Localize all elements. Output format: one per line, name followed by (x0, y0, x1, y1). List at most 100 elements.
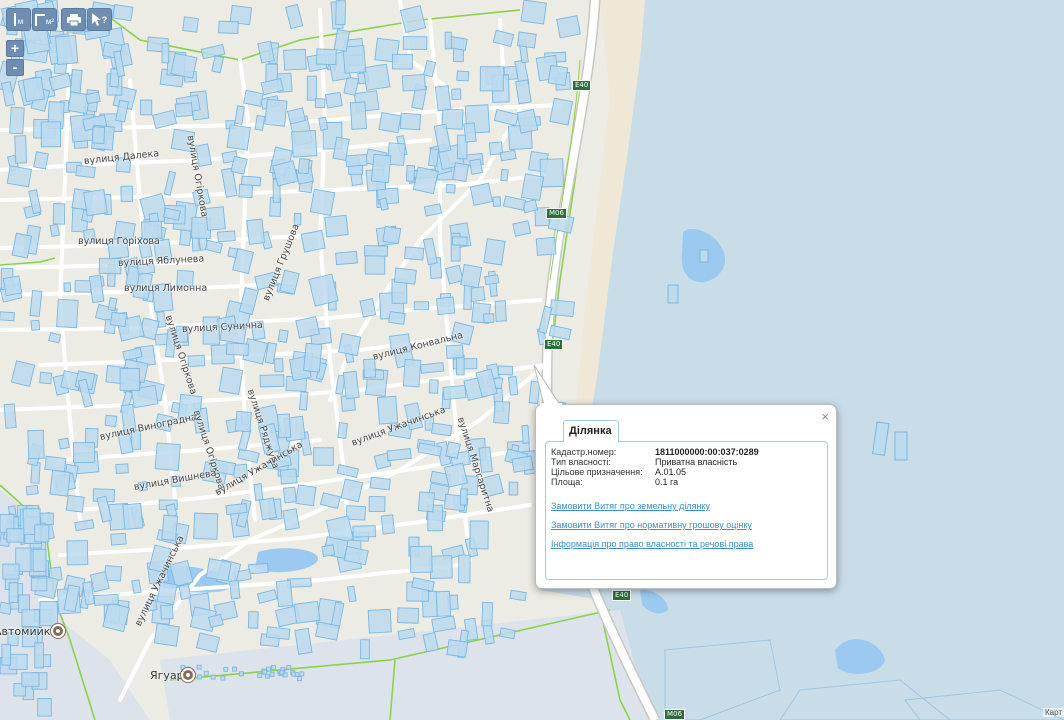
land-parcel[interactable] (234, 410, 252, 433)
land-parcel[interactable] (218, 20, 239, 34)
land-parcel[interactable] (1, 643, 11, 666)
car-wash-icon[interactable] (51, 624, 65, 638)
land-parcel[interactable] (44, 455, 67, 472)
land-parcel[interactable] (493, 400, 511, 425)
land-parcel[interactable] (313, 447, 334, 466)
land-parcel[interactable] (456, 70, 470, 82)
land-parcel[interactable] (291, 671, 297, 677)
land-parcel[interactable] (335, 250, 358, 266)
land-parcel[interactable] (14, 135, 27, 164)
land-parcel[interactable] (306, 75, 317, 101)
land-parcel[interactable] (469, 182, 493, 206)
land-parcel[interactable] (549, 97, 574, 126)
land-parcel[interactable] (187, 354, 206, 368)
land-parcel[interactable] (376, 395, 399, 425)
land-parcel[interactable] (508, 376, 519, 396)
land-parcel[interactable] (253, 483, 264, 501)
land-parcel[interactable] (8, 582, 19, 603)
land-parcel[interactable] (393, 267, 417, 285)
land-parcel[interactable] (258, 497, 278, 521)
land-parcel[interactable] (279, 468, 298, 485)
land-parcel[interactable] (368, 496, 386, 513)
land-parcel[interactable] (444, 31, 452, 50)
land-parcel[interactable] (91, 126, 106, 144)
land-parcel[interactable] (391, 53, 413, 70)
land-parcel[interactable] (451, 236, 468, 246)
land-parcel[interactable] (272, 160, 299, 187)
ownership-rights-info-link[interactable]: Інформація про право власності та речові… (551, 539, 822, 549)
land-parcel[interactable] (182, 16, 199, 33)
order-parcel-extract-link[interactable]: Замовити Витяг про земельну ділянку (551, 501, 822, 511)
land-parcel[interactable] (30, 577, 48, 592)
land-parcel[interactable] (445, 184, 456, 194)
land-parcel[interactable] (520, 0, 547, 25)
land-parcel[interactable] (297, 676, 302, 682)
land-parcel[interactable] (445, 344, 464, 359)
land-parcel[interactable] (345, 505, 366, 521)
land-parcel[interactable] (0, 311, 15, 322)
land-parcel[interactable] (429, 555, 453, 579)
land-parcel[interactable] (497, 365, 514, 376)
print-button[interactable] (61, 8, 86, 31)
land-parcel[interactable] (74, 280, 92, 293)
land-parcel[interactable] (21, 672, 40, 687)
land-parcel[interactable] (66, 540, 89, 566)
land-parcel[interactable] (220, 675, 226, 681)
land-parcel[interactable] (2, 563, 20, 580)
land-parcel[interactable] (460, 263, 483, 289)
measure-area-button[interactable]: м² (32, 8, 57, 31)
land-parcel[interactable] (516, 108, 539, 134)
land-parcel[interactable] (362, 63, 391, 91)
land-parcel[interactable] (436, 296, 456, 316)
land-parcel[interactable] (238, 671, 244, 677)
info-tool-button[interactable]: ? (87, 8, 112, 31)
land-parcel[interactable] (468, 158, 483, 175)
land-parcel[interactable] (279, 669, 285, 675)
land-parcel[interactable] (193, 512, 219, 540)
land-parcel[interactable] (556, 15, 581, 39)
land-parcel[interactable] (226, 124, 251, 151)
land-parcel[interactable] (321, 544, 336, 557)
land-parcel[interactable] (131, 579, 142, 594)
land-parcel[interactable] (264, 98, 288, 127)
land-parcel[interactable] (246, 218, 266, 245)
land-parcel[interactable] (405, 164, 416, 182)
land-parcel[interactable] (6, 528, 25, 543)
land-parcel[interactable] (49, 469, 71, 497)
land-parcel[interactable] (21, 609, 40, 627)
land-parcel[interactable] (512, 220, 532, 237)
land-parcel[interactable] (316, 48, 337, 66)
zoom-out-button[interactable]: - (6, 59, 24, 76)
land-parcel[interactable] (445, 441, 461, 459)
land-parcel[interactable] (37, 698, 52, 717)
land-parcel[interactable] (58, 437, 70, 450)
land-parcel[interactable] (112, 3, 134, 22)
land-parcel[interactable] (451, 88, 462, 100)
land-parcel[interactable] (264, 673, 270, 679)
land-parcel[interactable] (238, 183, 254, 199)
land-parcel[interactable] (483, 238, 506, 266)
land-parcel[interactable] (282, 508, 300, 531)
land-parcel[interactable] (247, 611, 259, 629)
land-parcel[interactable] (52, 203, 66, 225)
map-canvas[interactable]: вулиця Далека вулиця Горіхова вулиця Ябл… (0, 0, 1064, 720)
land-parcel[interactable] (40, 121, 62, 148)
land-parcel[interactable] (269, 671, 275, 677)
land-parcel[interactable] (402, 358, 422, 388)
land-parcel[interactable] (324, 91, 343, 109)
land-parcel[interactable] (55, 34, 79, 65)
land-parcel[interactable] (370, 153, 392, 184)
land-parcel[interactable] (324, 214, 349, 238)
measure-distance-button[interactable]: м (6, 8, 31, 31)
land-parcel[interactable] (243, 89, 264, 107)
land-parcel[interactable] (413, 301, 429, 311)
land-parcel[interactable] (360, 639, 370, 660)
land-parcel[interactable] (283, 486, 297, 504)
land-parcel[interactable] (25, 484, 39, 496)
land-parcel[interactable] (205, 558, 232, 582)
land-parcel[interactable] (492, 196, 502, 207)
land-parcel[interactable] (230, 155, 248, 175)
tab-parcel[interactable]: Ділянка (563, 420, 619, 442)
land-parcel[interactable] (153, 622, 180, 647)
land-parcel[interactable] (298, 391, 309, 411)
